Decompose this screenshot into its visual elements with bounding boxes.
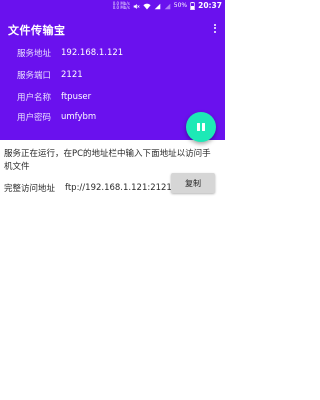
more-vert-icon-dot xyxy=(214,27,216,29)
wifi-icon xyxy=(143,3,151,10)
download-speed: 0.0 Mb/s xyxy=(112,5,130,10)
user-label: 用户名称 xyxy=(17,93,52,103)
battery-icon xyxy=(190,2,195,10)
user-value: ftpuser xyxy=(61,92,92,102)
service-status-message: 服务正在运行，在PC的地址栏中输入下面地址以访问手机文件 xyxy=(4,149,211,172)
battery-percent: 50% xyxy=(173,2,188,9)
port-value: 2121 xyxy=(61,70,83,80)
overflow-menu-button[interactable] xyxy=(211,22,219,34)
info-row-port: 服务端口 2121 xyxy=(17,69,83,81)
password-value: umfybm xyxy=(61,112,97,122)
port-label: 服务端口 xyxy=(17,71,52,81)
signal-2-icon xyxy=(164,3,171,10)
address-value: 192.168.1.121 xyxy=(61,48,124,58)
info-row-user: 用户名称 ftpuser xyxy=(17,91,91,103)
address-label: 服务地址 xyxy=(17,49,52,59)
password-label: 用户密码 xyxy=(17,113,52,123)
more-vert-icon xyxy=(214,23,216,26)
access-label: 完整访问地址 xyxy=(4,184,56,194)
network-speed: 0.0 Mb/s 0.0 Mb/s xyxy=(112,1,130,11)
info-row-address: 服务地址 192.168.1.121 xyxy=(17,47,123,59)
signal-icon xyxy=(154,3,161,10)
info-row-password: 用户密码 umfybm xyxy=(17,111,96,123)
copy-button[interactable]: 复制 xyxy=(171,173,215,193)
status-bar: 0.0 Mb/s 0.0 Mb/s 50% 20:37 xyxy=(0,0,225,12)
more-vert-icon-dot xyxy=(214,30,216,33)
mute-icon xyxy=(133,3,140,10)
pause-icon xyxy=(196,123,206,131)
status-clock: 20:37 xyxy=(198,1,222,10)
app-title: 文件传输宝 xyxy=(8,24,66,37)
app-screen: 0.0 Mb/s 0.0 Mb/s 50% 20:37 文件传输宝 服务地址 1… xyxy=(0,0,225,400)
pause-service-button[interactable] xyxy=(186,112,216,142)
